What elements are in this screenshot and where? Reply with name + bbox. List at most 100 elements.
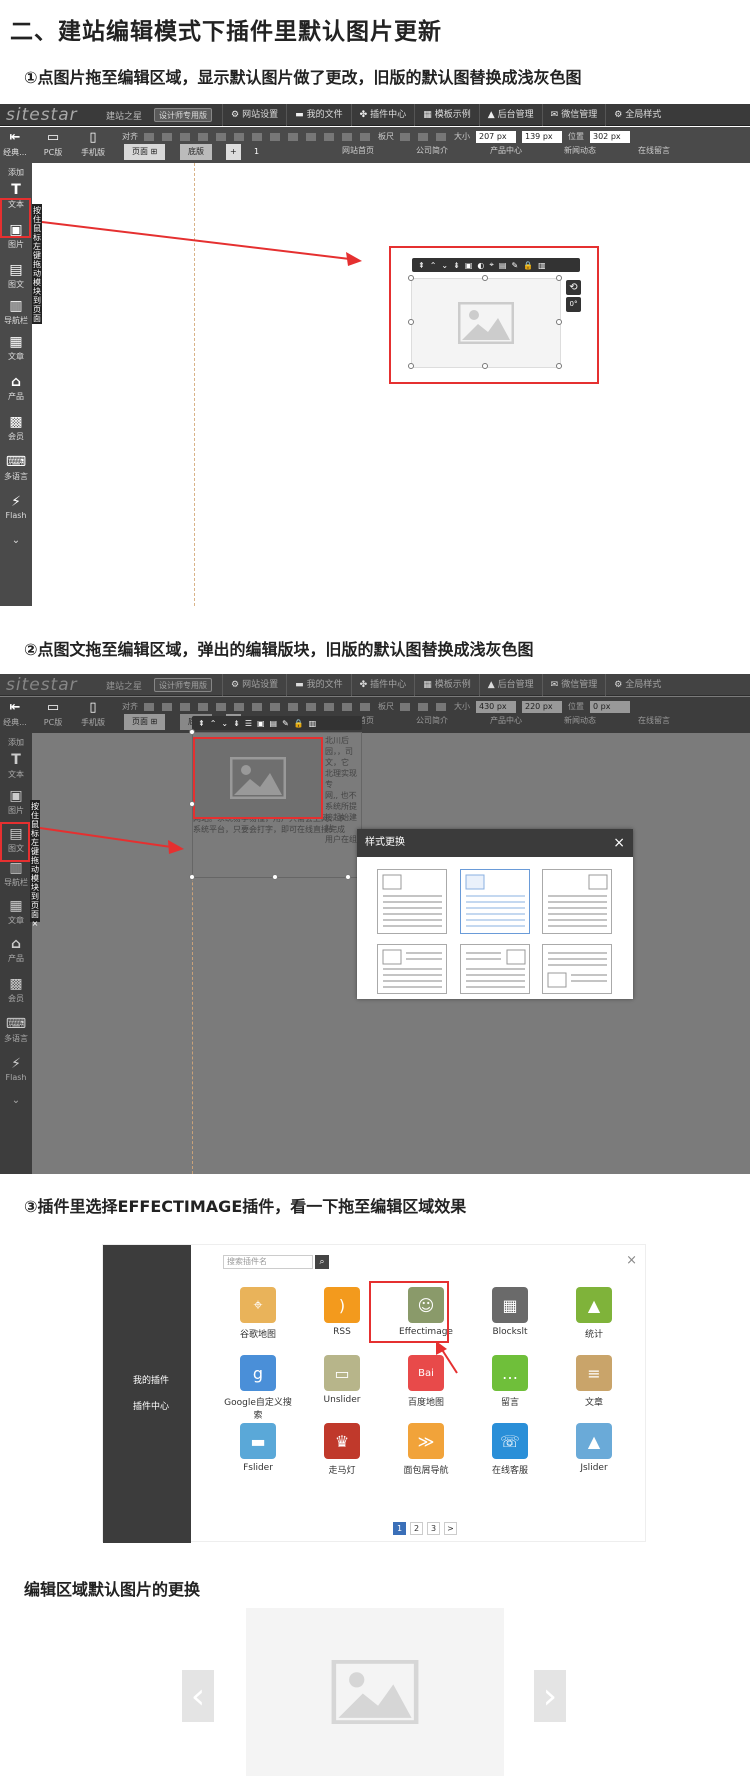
menu-item[interactable]: ✉ 微信管理 bbox=[541, 104, 606, 126]
align-icon[interactable] bbox=[270, 132, 280, 141]
sidebar-item-my-plugins[interactable]: 我的插件 bbox=[133, 1373, 169, 1386]
resize-handle[interactable] bbox=[408, 363, 414, 369]
menu-item[interactable]: ⚙ 全局样式 bbox=[605, 674, 669, 696]
sidebar-item-imagetext[interactable]: ▤ 图文 bbox=[0, 261, 32, 290]
tool-icon[interactable]: ▤ bbox=[270, 719, 278, 728]
align-icon[interactable] bbox=[144, 132, 154, 141]
align-icon[interactable] bbox=[234, 702, 244, 711]
align-icon[interactable] bbox=[216, 132, 226, 141]
tool-icon[interactable]: ⇟ bbox=[453, 261, 460, 270]
nav-item[interactable]: 公司简介 bbox=[416, 145, 448, 156]
resize-handle[interactable] bbox=[345, 874, 351, 880]
pc-mode-button[interactable]: ▭ PC版 bbox=[38, 127, 68, 163]
align-icon[interactable] bbox=[162, 132, 172, 141]
sidebar-item-text[interactable]: T 文本 bbox=[0, 751, 32, 780]
prev-slide-button[interactable]: ‹ bbox=[182, 1670, 214, 1722]
resize-handle[interactable] bbox=[556, 275, 562, 281]
sidebar-item-navbar[interactable]: ▥ 导航栏 bbox=[0, 859, 32, 888]
tool-icon[interactable]: ✎ bbox=[282, 719, 289, 728]
menu-item[interactable]: ✤ 插件中心 bbox=[350, 674, 415, 696]
align-icon[interactable] bbox=[180, 132, 190, 141]
resize-handle[interactable] bbox=[482, 275, 488, 281]
menu-item[interactable]: ▬ 我的文件 bbox=[286, 104, 351, 126]
nav-item[interactable]: 网站首页 bbox=[342, 145, 374, 156]
align-icon[interactable] bbox=[360, 702, 370, 711]
floating-toolbar[interactable]: ⇞ ⌃ ⌄ ⇟ ☰ ▣ ▤ ✎ 🔒 ▥ bbox=[192, 716, 362, 730]
sidebar-item-language[interactable]: ⌨ 多语言 bbox=[0, 453, 32, 482]
tool-icon[interactable] bbox=[418, 702, 428, 711]
tool-icon[interactable]: ✎ bbox=[511, 261, 518, 270]
align-icon[interactable] bbox=[288, 702, 298, 711]
align-icon[interactable] bbox=[360, 132, 370, 141]
style-option[interactable] bbox=[460, 869, 530, 934]
style-option[interactable] bbox=[377, 944, 447, 994]
plugin-item[interactable]: … 留言 bbox=[475, 1355, 545, 1408]
resize-handle[interactable] bbox=[408, 275, 414, 281]
align-icon[interactable] bbox=[288, 132, 298, 141]
search-icon[interactable]: ⌕ bbox=[315, 1255, 329, 1269]
plugin-item[interactable]: ≫ 面包屑导航 bbox=[391, 1423, 461, 1476]
plugin-item[interactable]: ≡ 文章 bbox=[559, 1355, 629, 1408]
nav-item[interactable]: 产品中心 bbox=[490, 145, 522, 156]
style-option[interactable] bbox=[460, 944, 530, 994]
lock-icon[interactable]: 🔒 bbox=[523, 261, 533, 270]
sidebar-item-product[interactable]: ⌂ 产品 bbox=[0, 935, 32, 964]
tool-icon[interactable] bbox=[400, 702, 410, 711]
menu-item[interactable]: ✉ 微信管理 bbox=[541, 674, 606, 696]
mobile-mode-button[interactable]: ▯ 手机版 bbox=[78, 697, 108, 733]
align-icon[interactable] bbox=[198, 132, 208, 141]
nav-item[interactable]: 在线留言 bbox=[638, 145, 670, 156]
tab-page[interactable]: 页面 ⊞ bbox=[124, 144, 166, 160]
sidebar-item-member[interactable]: ▩ 会员 bbox=[0, 413, 32, 442]
align-icon[interactable] bbox=[324, 702, 334, 711]
sidebar-item-product[interactable]: ⌂ 产品 bbox=[0, 373, 32, 402]
tool-icon[interactable]: ⌄ bbox=[221, 719, 228, 728]
nav-item[interactable]: 在线留言 bbox=[638, 715, 670, 726]
menu-item[interactable]: ▦ 模板示例 bbox=[414, 674, 479, 696]
menu-item[interactable]: ▬ 我的文件 bbox=[286, 674, 351, 696]
close-icon[interactable]: × bbox=[613, 829, 625, 857]
resize-handle[interactable] bbox=[189, 729, 195, 735]
align-icon[interactable] bbox=[198, 702, 208, 711]
next-slide-button[interactable]: › bbox=[534, 1670, 566, 1722]
resize-handle[interactable] bbox=[189, 801, 195, 807]
align-icon[interactable] bbox=[216, 702, 226, 711]
align-icon[interactable] bbox=[306, 132, 316, 141]
tool-icon[interactable] bbox=[400, 132, 410, 141]
menu-item[interactable]: ⚙ 网站设置 bbox=[222, 104, 286, 126]
exit-button[interactable]: ⇤ 经典... bbox=[0, 697, 30, 733]
align-icon[interactable] bbox=[270, 702, 280, 711]
align-icon[interactable] bbox=[162, 702, 172, 711]
rotate-icon[interactable]: ⟲ bbox=[566, 280, 581, 295]
page-button-2[interactable]: 2 bbox=[410, 1522, 423, 1535]
chevron-down-icon[interactable]: ⌄ bbox=[0, 535, 32, 546]
sidebar-item-image[interactable]: ▣ 图片 bbox=[0, 787, 32, 816]
tool-icon[interactable] bbox=[418, 132, 428, 141]
resize-handle[interactable] bbox=[408, 319, 414, 325]
nav-item[interactable]: 新闻动态 bbox=[564, 715, 596, 726]
image-placeholder[interactable] bbox=[411, 278, 561, 368]
next-page-button[interactable]: > bbox=[444, 1522, 457, 1535]
plugin-item[interactable]: ⌖ 谷歌地图 bbox=[223, 1287, 293, 1340]
page-button-1[interactable]: 1 bbox=[393, 1522, 406, 1535]
trash-icon[interactable]: ▥ bbox=[309, 719, 317, 728]
menu-item[interactable]: ▦ 模板示例 bbox=[414, 104, 479, 126]
add-page-button[interactable]: + bbox=[226, 144, 241, 160]
plugin-item[interactable]: g Google自定义搜索 bbox=[223, 1355, 293, 1421]
width-field[interactable]: 207 px bbox=[476, 130, 516, 143]
align-icon[interactable] bbox=[252, 132, 262, 141]
style-option[interactable] bbox=[542, 869, 612, 934]
tool-icon[interactable] bbox=[436, 132, 446, 141]
tool-icon[interactable] bbox=[436, 702, 446, 711]
sidebar-item-article[interactable]: ▦ 文章 bbox=[0, 333, 32, 362]
resize-handle[interactable] bbox=[556, 319, 562, 325]
tool-icon[interactable]: ⌄ bbox=[441, 261, 448, 270]
close-icon[interactable]: × bbox=[626, 1253, 637, 1268]
tab-bottom[interactable]: 底版 bbox=[180, 144, 212, 160]
align-icon[interactable] bbox=[144, 702, 154, 711]
align-icon[interactable] bbox=[342, 702, 352, 711]
height-field[interactable]: 220 px bbox=[522, 700, 562, 713]
pc-mode-button[interactable]: ▭ PC版 bbox=[38, 697, 68, 733]
chevron-down-icon[interactable]: ⌄ bbox=[0, 1095, 32, 1106]
menu-item[interactable]: ▲ 后台管理 bbox=[478, 104, 542, 126]
